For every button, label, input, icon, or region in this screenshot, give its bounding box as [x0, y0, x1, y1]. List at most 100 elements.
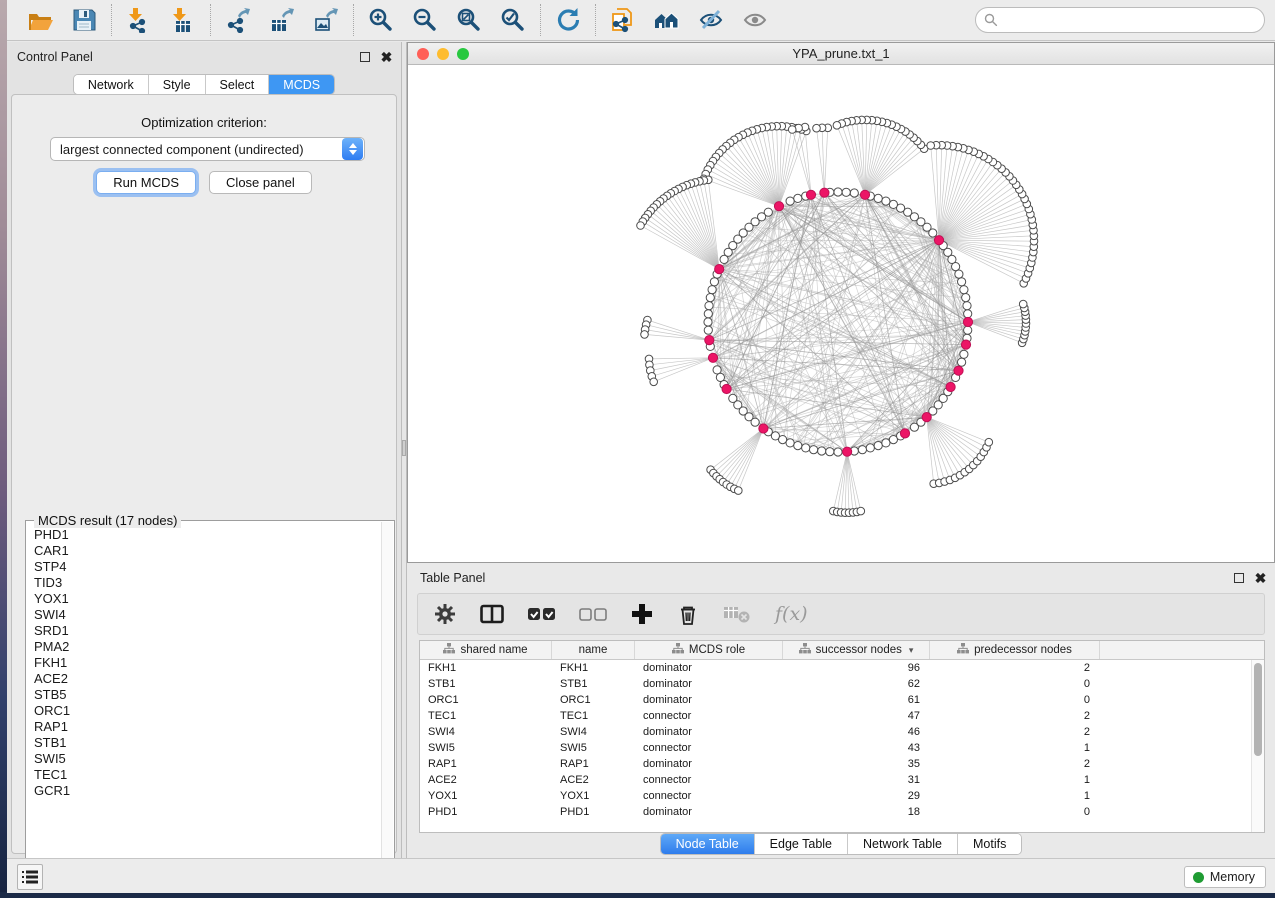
- open-icon[interactable]: [26, 6, 54, 34]
- table-cell[interactable]: ORC1: [552, 694, 635, 706]
- table-cell[interactable]: SWI5: [420, 742, 552, 754]
- export-table-icon[interactable]: [268, 6, 296, 34]
- table-row[interactable]: YOX1YOX1connector291: [420, 788, 1264, 804]
- result-node-item[interactable]: PMA2: [34, 639, 380, 655]
- column-header-MCDS-role[interactable]: MCDS role: [635, 641, 783, 659]
- table-cell[interactable]: PHD1: [552, 806, 635, 818]
- table-scrollbar-thumb[interactable]: [1254, 663, 1262, 756]
- column-header-name[interactable]: name: [552, 641, 635, 659]
- export-network-icon[interactable]: [224, 6, 252, 34]
- table-cell[interactable]: ACE2: [420, 774, 552, 786]
- tab-network-table[interactable]: Network Table: [848, 834, 958, 854]
- tab-select[interactable]: Select: [206, 75, 270, 94]
- table-cell[interactable]: 47: [783, 710, 930, 722]
- result-node-item[interactable]: SWI4: [34, 607, 380, 623]
- zoom-fit-icon[interactable]: [455, 6, 483, 34]
- close-panel-icon[interactable]: ✖: [380, 51, 393, 64]
- vertical-splitter-grip[interactable]: [402, 440, 406, 456]
- table-cell[interactable]: dominator: [635, 726, 783, 738]
- optimization-criterion-dropdown[interactable]: largest connected component (undirected): [50, 137, 365, 161]
- table-cell[interactable]: 43: [783, 742, 930, 754]
- search-input[interactable]: [998, 10, 1264, 30]
- result-node-item[interactable]: SWI5: [34, 751, 380, 767]
- column-header-predecessor-nodes[interactable]: predecessor nodes: [930, 641, 1100, 659]
- table-cell[interactable]: connector: [635, 710, 783, 722]
- function-builder-icon[interactable]: f(x): [775, 601, 808, 627]
- add-column-icon[interactable]: [631, 601, 653, 627]
- table-cell[interactable]: 2: [930, 726, 1100, 738]
- table-row[interactable]: PHD1PHD1dominator180: [420, 804, 1264, 820]
- table-cell[interactable]: FKH1: [552, 662, 635, 674]
- tab-edge-table[interactable]: Edge Table: [755, 834, 848, 854]
- result-node-item[interactable]: GCR1: [34, 783, 380, 799]
- table-cell[interactable]: connector: [635, 742, 783, 754]
- table-cell[interactable]: ACE2: [552, 774, 635, 786]
- duplicate-network-icon[interactable]: [609, 6, 637, 34]
- table-cell[interactable]: YOX1: [552, 790, 635, 802]
- table-row[interactable]: SWI4SWI4dominator462: [420, 724, 1264, 740]
- table-cell[interactable]: PHD1: [420, 806, 552, 818]
- tab-motifs[interactable]: Motifs: [958, 834, 1021, 854]
- result-node-item[interactable]: FKH1: [34, 655, 380, 671]
- network-window-titlebar[interactable]: YPA_prune.txt_1: [408, 43, 1274, 65]
- table-cell[interactable]: RAP1: [420, 758, 552, 770]
- memory-button[interactable]: Memory: [1184, 866, 1266, 888]
- delete-column-icon[interactable]: [677, 601, 699, 627]
- table-cell[interactable]: FKH1: [420, 662, 552, 674]
- table-cell[interactable]: SWI4: [552, 726, 635, 738]
- refresh-icon[interactable]: [554, 6, 582, 34]
- table-cell[interactable]: TEC1: [420, 710, 552, 722]
- table-cell[interactable]: dominator: [635, 678, 783, 690]
- export-image-icon[interactable]: [312, 6, 340, 34]
- column-view-icon[interactable]: [480, 601, 504, 627]
- table-row[interactable]: FKH1FKH1dominator962: [420, 660, 1264, 676]
- birdseye-view-icon[interactable]: [653, 6, 681, 34]
- table-row[interactable]: ORC1ORC1dominator610: [420, 692, 1264, 708]
- table-cell[interactable]: TEC1: [552, 710, 635, 722]
- table-cell[interactable]: YOX1: [420, 790, 552, 802]
- result-node-item[interactable]: TID3: [34, 575, 380, 591]
- table-cell[interactable]: 0: [930, 694, 1100, 706]
- table-cell[interactable]: STB1: [420, 678, 552, 690]
- table-cell[interactable]: dominator: [635, 694, 783, 706]
- column-header-shared-name[interactable]: shared name: [420, 641, 552, 659]
- tab-network[interactable]: Network: [74, 75, 149, 94]
- float-panel-icon[interactable]: [358, 51, 371, 64]
- search-box[interactable]: [975, 7, 1265, 33]
- table-cell[interactable]: 29: [783, 790, 930, 802]
- table-cell[interactable]: dominator: [635, 662, 783, 674]
- table-cell[interactable]: 2: [930, 758, 1100, 770]
- graphics-details-on-icon[interactable]: [741, 6, 769, 34]
- table-row[interactable]: ACE2ACE2connector311: [420, 772, 1264, 788]
- deselect-all-columns-icon[interactable]: [579, 601, 607, 627]
- table-cell[interactable]: STB1: [552, 678, 635, 690]
- table-row[interactable]: RAP1RAP1dominator352: [420, 756, 1264, 772]
- close-table-panel-icon[interactable]: ✖: [1254, 572, 1267, 585]
- table-cell[interactable]: 2: [930, 710, 1100, 722]
- zoom-in-icon[interactable]: [367, 6, 395, 34]
- result-node-item[interactable]: PHD1: [34, 527, 380, 543]
- table-cell[interactable]: 1: [930, 790, 1100, 802]
- table-cell[interactable]: connector: [635, 790, 783, 802]
- import-network-icon[interactable]: [125, 6, 153, 34]
- settings-icon[interactable]: [434, 601, 456, 627]
- table-cell[interactable]: ORC1: [420, 694, 552, 706]
- column-header-successor-nodes[interactable]: successor nodes▾: [783, 641, 930, 659]
- result-node-item[interactable]: STB5: [34, 687, 380, 703]
- table-cell[interactable]: RAP1: [552, 758, 635, 770]
- graphics-details-off-icon[interactable]: [697, 6, 725, 34]
- table-cell[interactable]: 1: [930, 742, 1100, 754]
- table-cell[interactable]: 46: [783, 726, 930, 738]
- table-cell[interactable]: connector: [635, 774, 783, 786]
- run-mcds-button[interactable]: Run MCDS: [96, 171, 196, 194]
- table-row[interactable]: TEC1TEC1connector472: [420, 708, 1264, 724]
- table-row[interactable]: SWI5SWI5connector431: [420, 740, 1264, 756]
- table-cell[interactable]: 0: [930, 806, 1100, 818]
- float-table-panel-icon[interactable]: [1232, 572, 1245, 585]
- table-cell[interactable]: 1: [930, 774, 1100, 786]
- table-scrollbar[interactable]: [1251, 660, 1264, 832]
- zoom-out-icon[interactable]: [411, 6, 439, 34]
- zoom-selected-icon[interactable]: [499, 6, 527, 34]
- result-node-item[interactable]: TEC1: [34, 767, 380, 783]
- result-node-item[interactable]: RAP1: [34, 719, 380, 735]
